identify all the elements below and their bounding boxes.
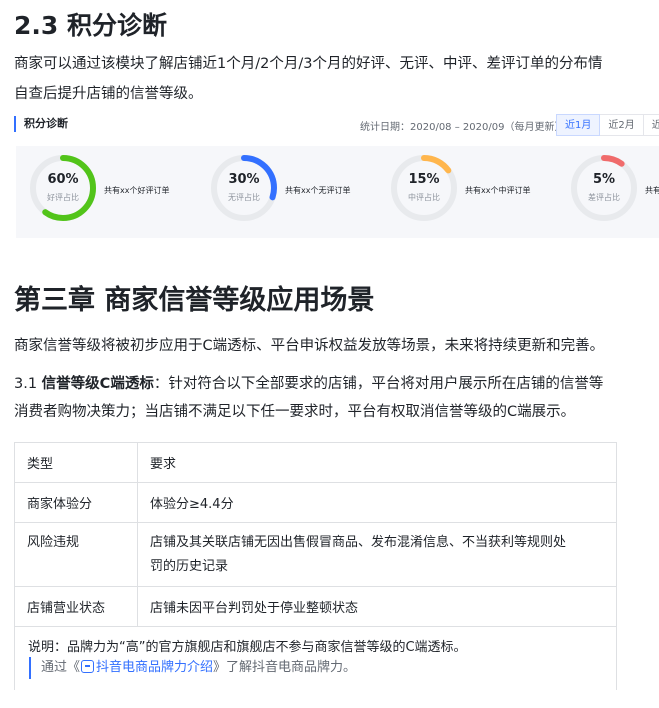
row-requirement: 店铺未因平台判罚处于停业整顿状态 (137, 586, 617, 627)
subsection-line1: 3.1 信誉等级C端透标：针对符合以下全部要求的店铺，平台将对用户展示所在店铺的… (14, 372, 603, 393)
row-requirement-line1: 店铺及其关联店铺无因出售假冒商品、发布混淆信息、不当获利等规则处 (150, 534, 567, 550)
note-box: 说明：品牌力为“高”的官方旗舰店和旗舰店不参与商家信誉等级的C端透标。 通过《抖… (14, 624, 617, 690)
panel-title: 积分诊断 (14, 116, 68, 132)
ratio-ring (211, 155, 277, 221)
header-type: 类型 (14, 442, 138, 483)
ratio-desc: 共有xx个好评订单 (104, 186, 170, 195)
row-requirement-line2: 罚的历史记录 (150, 558, 229, 574)
ratio-label: 中评占比 (408, 193, 440, 202)
ratio-value: 30% (228, 172, 260, 187)
ratio-label: 差评占比 (588, 193, 620, 202)
score-diagnosis-panel: 积分诊断 统计日期：2020/08 – 2020/09（每月更新） 近1月 近2… (14, 112, 659, 240)
quote-suffix: 》了解抖音电商品牌力。 (213, 660, 357, 675)
section-heading: 2.3 积分诊断 (14, 11, 167, 40)
ratio-ring (571, 155, 637, 221)
table-row: 风险违规 店铺及其关联店铺无因出售假冒商品、发布混淆信息、不当获利等规则处 罚的历… (14, 522, 617, 587)
table-row: 店铺营业状态 店铺未因平台判罚处于停业整顿状态 (14, 586, 617, 627)
ratio-desc: 共有 (645, 186, 659, 195)
subsection-title: 信誉等级C端透标 (41, 376, 154, 392)
period-tabs: 近1月 近2月 近3 (556, 114, 659, 136)
ratio-value: 5% (592, 172, 616, 187)
section-paragraph-line2: 自查后提升店铺的信誉等级。 (14, 86, 203, 102)
tab-1-month[interactable]: 近1月 (556, 114, 601, 136)
requirements-table: 类型 要求 商家体验分 体验分≥4.4分 风险违规 店铺及其关联店铺无因出售假冒… (14, 442, 617, 627)
row-type: 商家体验分 (14, 482, 138, 523)
ratio-ring (391, 155, 457, 221)
ratio-label: 无评占比 (228, 193, 260, 202)
doc-link-icon (81, 660, 95, 673)
ratio-desc: 共有xx个中评订单 (465, 186, 531, 195)
chapter-intro: 商家信誉等级将被初步应用于C端透标、平台申诉权益发放等场景，未来将持续更新和完善… (14, 338, 605, 354)
quote-block: 通过《 抖音电商品牌力介绍》了解抖音电商品牌力。 (29, 657, 356, 679)
brand-power-doc-link[interactable]: 抖音电商品牌力介绍 (96, 660, 213, 675)
header-requirement: 要求 (137, 442, 617, 483)
section-paragraph-line1: 商家可以通过该模块了解店铺近1个月/2个月/3个月的好评、无评、中评、差评订单的… (14, 56, 603, 72)
row-type: 风险违规 (14, 522, 138, 587)
row-type: 店铺营业状态 (14, 586, 138, 627)
subsection-number: 3.1 (14, 376, 42, 392)
row-requirement: 体验分≥4.4分 (137, 482, 617, 523)
table-header-row: 类型 要求 (14, 442, 617, 483)
ratio-ring (30, 155, 96, 221)
row-requirement: 店铺及其关联店铺无因出售假冒商品、发布混淆信息、不当获利等规则处 罚的历史记录 (137, 522, 617, 587)
subsection-line2: 消费者购物决策力；当店铺不满足以下任一要求时，平台有权取消信誉等级的C端展示。 (14, 404, 576, 420)
tab-2-months[interactable]: 近2月 (600, 114, 644, 136)
subsection-text: ：针对符合以下全部要求的店铺，平台将对用户展示所在店铺的信誉等 (153, 376, 604, 392)
tab-3-months[interactable]: 近3 (643, 114, 659, 136)
note-text: 说明：品牌力为“高”的官方旗舰店和旗舰店不参与商家信誉等级的C端透标。 (28, 640, 467, 655)
ratio-value: 15% (408, 172, 440, 187)
ratio-label: 好评占比 (47, 193, 79, 202)
ratio-desc: 共有xx个无评订单 (285, 186, 351, 195)
chapter-heading: 第三章 商家信誉等级应用场景 (14, 285, 375, 316)
ratio-cards: 60% 好评占比 共有xx个好评订单 30% 无评占比 共有xx个无评订单 15… (16, 146, 659, 238)
table-row: 商家体验分 体验分≥4.4分 (14, 482, 617, 523)
ratio-value: 60% (47, 172, 79, 187)
stat-date: 统计日期：2020/08 – 2020/09（每月更新） (360, 122, 565, 133)
quote-prefix: 通过《 (41, 660, 81, 675)
